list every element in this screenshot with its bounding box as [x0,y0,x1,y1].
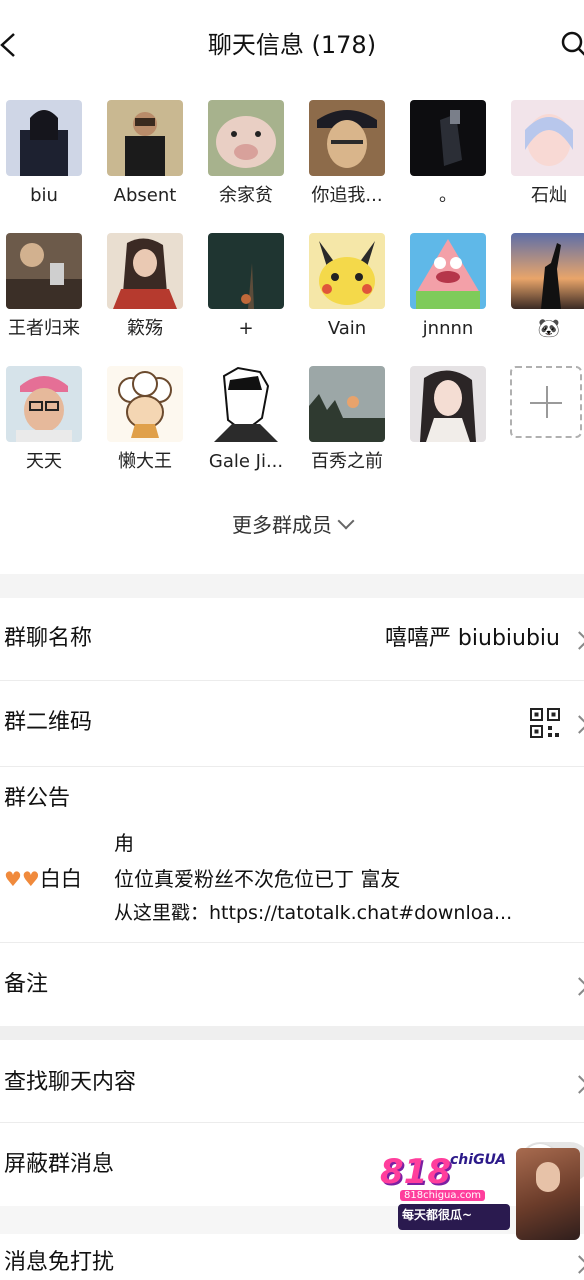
avatar [6,366,82,442]
chevron-right-icon [570,1075,584,1094]
qr-code-icon [530,708,560,738]
chat-info-page: 聊天信息 (178) biu Absent 余家贫 你追我... 。 石灿 王者… [0,0,584,1280]
member-item[interactable]: jnnnn [398,233,498,353]
member-name: + [238,318,254,339]
member-item[interactable]: 。 [398,100,498,220]
avatar [208,100,284,176]
member-name: 天天 [26,451,62,472]
watermark-sub: chiGUA [450,1152,507,1168]
watermark-url: 818chigua.com [400,1190,486,1201]
avatar [208,233,284,309]
member-name: 石灿 [531,185,567,206]
member-name: 簌殇 [127,318,163,339]
member-item[interactable]: 王者归来 [0,233,94,353]
member-item[interactable]: 懒大王 [95,366,195,486]
member-item[interactable]: biu [0,100,94,220]
member-item[interactable]: 百秀之前 [297,366,397,486]
avatar [410,233,486,309]
header: 聊天信息 (178) [0,0,584,90]
member-name: 懒大王 [118,451,172,472]
avatar [410,366,486,442]
member-name: 百秀之前 [311,451,383,472]
section-divider [0,1026,584,1040]
row-divider [0,766,584,767]
member-name: 王者归来 [8,318,80,339]
avatar [208,366,284,442]
add-member-button[interactable] [510,366,582,438]
remark-label: 备注 [4,972,49,997]
group-notice-label: 群公告 [4,786,71,811]
avatar [511,100,584,176]
member-item[interactable]: 簌殇 [95,233,195,353]
plus-icon-vertical [546,386,548,418]
notice-author: ♥♥白白 [4,864,82,894]
search-chat-label: 查找聊天内容 [4,1070,137,1095]
more-members-label: 更多群成员 [232,513,332,537]
chevron-right-icon [570,977,584,996]
member-item[interactable] [398,366,498,486]
member-item[interactable]: 🐼 [499,233,584,353]
notice-author-name: 白白 [39,867,82,891]
member-name: 🐼 [537,318,561,339]
row-divider [0,680,584,681]
member-item[interactable]: 天天 [0,366,94,486]
chevron-right-icon [570,631,584,650]
notice-line: 甪 [114,831,134,855]
member-item[interactable]: + [196,233,296,353]
avatar [107,100,183,176]
avatar [309,233,385,309]
watermark-face [536,1162,560,1192]
avatar [410,100,486,176]
page-title: 聊天信息 (178) [207,31,377,59]
avatar [6,233,82,309]
chevron-right-icon [570,715,584,734]
member-item[interactable]: Gale Ji... [196,366,296,486]
watermark-logo: 818 [380,1152,451,1192]
row-divider [0,1122,584,1123]
member-item[interactable]: 你追我... [297,100,397,220]
member-name: 余家贫 [219,185,273,206]
member-name: biu [30,185,58,206]
heart-icon: ♥♥ [4,867,40,891]
member-name: Vain [327,318,367,339]
avatar [107,233,183,309]
row-divider [0,942,584,943]
member-name: Gale Ji... [208,451,284,472]
group-name-value: 嘻嘻严 biubiubiu [384,626,560,651]
group-qr-label: 群二维码 [4,710,93,735]
block-messages-label: 屏蔽群消息 [4,1152,115,1177]
avatar [511,233,584,309]
search-icon[interactable] [560,30,584,60]
watermark-person-image [516,1148,580,1240]
watermark-slogan: 每天都很瓜~ [402,1208,473,1222]
member-name: 你追我... [311,185,383,206]
member-item[interactable]: 石灿 [499,100,584,220]
section-divider [0,574,584,598]
dnd-label: 消息免打扰 [4,1250,115,1275]
group-name-label: 群聊名称 [4,626,93,651]
member-item[interactable]: 余家贫 [196,100,296,220]
avatar [309,100,385,176]
notice-line: 位位真爱粉丝不次危位已丁 富友 [114,867,401,891]
member-item[interactable]: Vain [297,233,397,353]
more-members-link[interactable]: 更多群成员 [0,510,584,540]
member-item[interactable]: Absent [95,100,195,220]
avatar [107,366,183,442]
member-name: Absent [113,185,177,206]
chevron-right-icon [570,1255,584,1274]
member-name: 。 [439,185,457,206]
watermark: 818 chiGUA 818chigua.com 每天都很瓜~ [380,1148,580,1240]
watermark-banner: 每天都很瓜~ [398,1204,510,1230]
notice-line: 从这里戳：https://tatotalk.chat#downloa... [114,902,513,924]
member-name: jnnnn [422,318,474,339]
avatar [6,100,82,176]
chevron-down-icon [337,512,355,530]
avatar [309,366,385,442]
